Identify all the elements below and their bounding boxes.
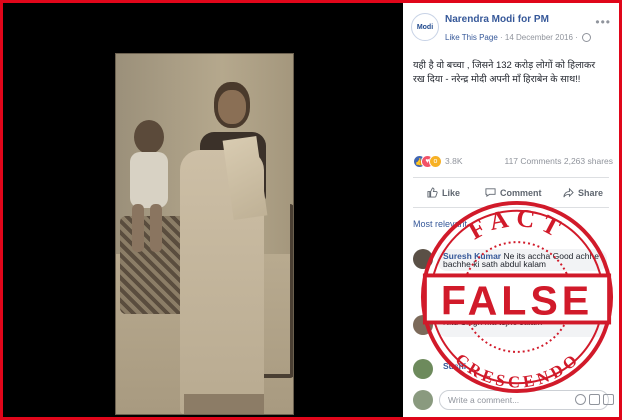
comment-button-label: Comment bbox=[500, 187, 542, 198]
photo-child-leg bbox=[150, 204, 162, 252]
share-button-label: Share bbox=[578, 187, 604, 198]
post-meta: Like This Page · 14 December 2016 · bbox=[445, 33, 592, 43]
post-date: · 14 December 2016 · bbox=[500, 33, 578, 42]
avatar[interactable] bbox=[413, 359, 433, 379]
comment-button[interactable]: Comment bbox=[485, 187, 542, 198]
post-header: Modi Narendra Modi for PM Like This Page… bbox=[409, 11, 613, 51]
speech-bubble-icon bbox=[485, 188, 496, 198]
wow-reaction-icon: o bbox=[429, 155, 442, 168]
comment-input-placeholder: Write a comment... bbox=[448, 395, 520, 405]
avatar[interactable] bbox=[413, 249, 433, 269]
camera-icon[interactable] bbox=[589, 394, 600, 405]
photo-floor bbox=[184, 394, 264, 414]
emoji-icon[interactable] bbox=[575, 394, 586, 405]
page-name-link[interactable]: Narendra Modi for PM bbox=[445, 14, 549, 25]
commenter-name[interactable]: Sushi bbox=[443, 361, 466, 371]
photo-child-body bbox=[130, 152, 168, 208]
divider bbox=[413, 177, 609, 178]
reaction-count[interactable]: 3.8K bbox=[445, 156, 463, 166]
page-avatar[interactable]: Modi bbox=[411, 13, 439, 41]
globe-icon bbox=[582, 33, 592, 43]
action-bar: Like Comment Share bbox=[413, 183, 609, 203]
comments-shares-count[interactable]: 117 Comments 2,263 shares bbox=[504, 156, 613, 166]
more-options-icon[interactable]: ••• bbox=[595, 15, 611, 29]
comment-filter[interactable]: Most relevant bbox=[413, 219, 467, 229]
photo-woman-face bbox=[218, 90, 246, 124]
photo-pane bbox=[3, 3, 403, 417]
comment-bubble: Sushi bbox=[437, 359, 607, 381]
comment-item: Sushi bbox=[413, 359, 613, 391]
facebook-post-panel: Modi Narendra Modi for PM Like This Page… bbox=[403, 3, 619, 417]
share-button[interactable]: Share bbox=[563, 187, 603, 198]
post-text: यही है वो बच्चा , जिसने 132 करोड़ लोगों … bbox=[413, 60, 596, 85]
photo-child-leg bbox=[132, 204, 144, 252]
like-button-label: Like bbox=[442, 187, 461, 198]
avatar[interactable] bbox=[413, 315, 433, 335]
comment-bubble: Suresh Kumar Ne its accha Good achhe bac… bbox=[437, 249, 607, 271]
comment-text: Nitu Singh Ma tujhe salam bbox=[443, 317, 543, 327]
divider bbox=[413, 207, 609, 208]
reaction-bar[interactable]: 👍 ♥ o 3.8K 117 Comments 2,263 shares bbox=[413, 155, 613, 169]
comment-item: Suresh Kumar Ne its accha Good achhe bac… bbox=[413, 249, 613, 281]
thumbs-up-icon bbox=[427, 187, 438, 198]
like-page-link[interactable]: Like This Page bbox=[445, 33, 498, 42]
share-arrow-icon bbox=[563, 187, 574, 198]
comment-bubble: Nitu Singh Ma tujhe salam bbox=[437, 315, 607, 337]
like-button[interactable]: Like bbox=[427, 187, 460, 198]
photo-child-head bbox=[134, 120, 164, 154]
comment-filter-label: Most relevant bbox=[413, 219, 468, 229]
screenshot-frame: Modi Narendra Modi for PM Like This Page… bbox=[0, 0, 622, 420]
comment-item: Nitu Singh Ma tujhe salam bbox=[413, 315, 613, 347]
vintage-photo[interactable] bbox=[115, 53, 294, 415]
gif-icon[interactable] bbox=[603, 394, 614, 405]
avatar bbox=[413, 390, 433, 410]
comment-composer: Write a comment... bbox=[413, 389, 614, 411]
